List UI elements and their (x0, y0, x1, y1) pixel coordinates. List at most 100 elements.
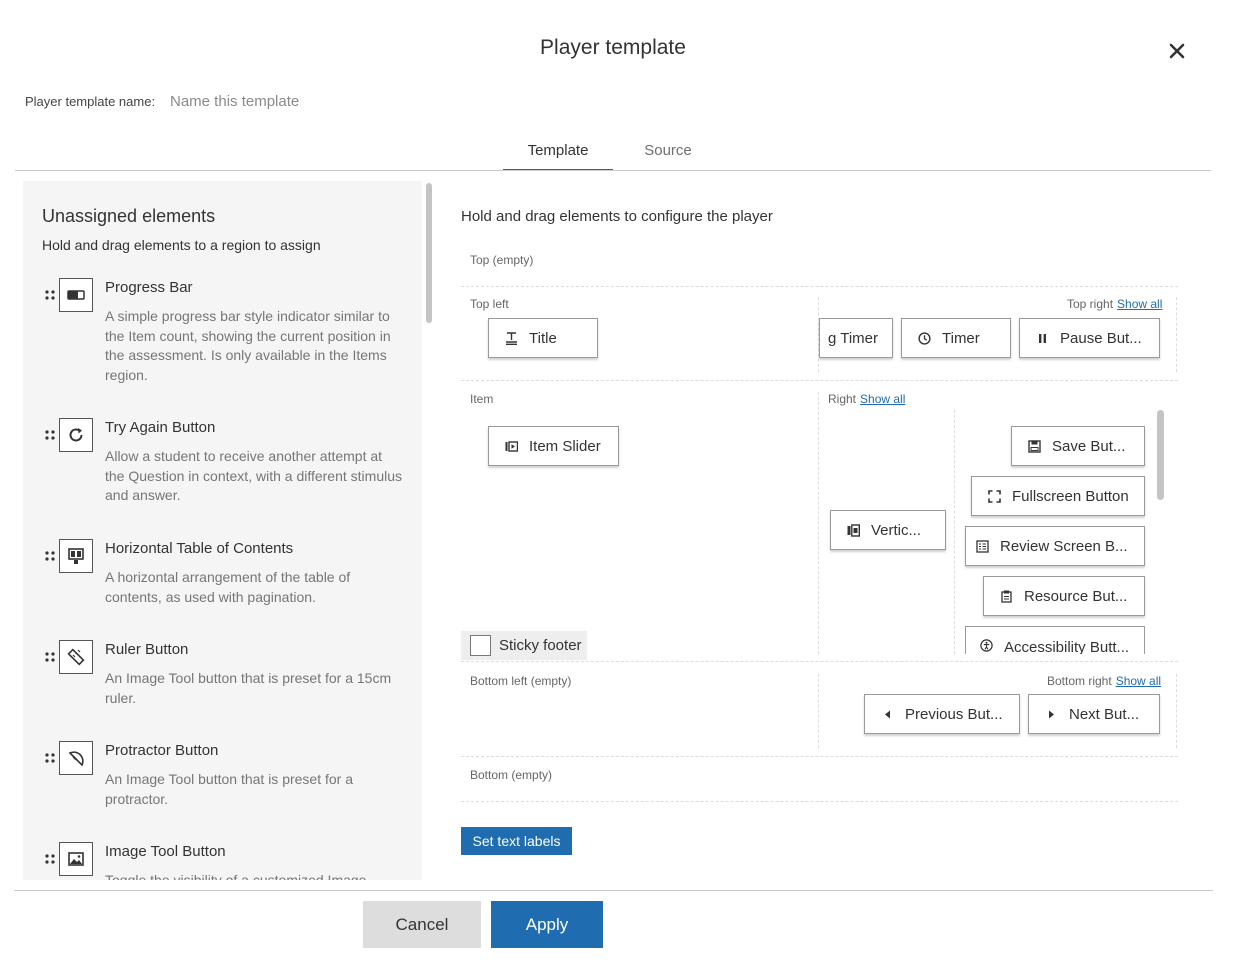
unassigned-item-name: Image Tool Button (105, 843, 226, 860)
drag-handle-icon[interactable] (45, 551, 55, 561)
drag-handle-icon[interactable] (45, 854, 55, 864)
region-top-label: Top (empty) (470, 253, 534, 267)
element-label: Vertic... (871, 521, 922, 539)
region-right-label-wrap: Right Show all (828, 392, 905, 406)
drag-handle-icon[interactable] (45, 430, 55, 440)
refresh-icon (59, 418, 93, 452)
pause-icon (1039, 333, 1046, 343)
review-screen-icon (976, 539, 989, 553)
item-slider-icon (505, 440, 518, 452)
unassigned-subtitle: Hold and drag elements to a region to as… (42, 237, 321, 253)
drag-handle-icon[interactable] (45, 753, 55, 763)
element-label: g Timer (828, 329, 879, 347)
element-label: Previous But... (905, 705, 1003, 723)
region-divider (461, 801, 1178, 802)
right-show-all-link[interactable]: Show all (860, 392, 905, 406)
caret-left-icon (885, 710, 890, 718)
region-top-left-label: Top left (470, 297, 509, 311)
unassigned-title: Unassigned elements (42, 206, 216, 226)
template-name-input[interactable] (162, 86, 562, 116)
template-name-label: Player template name: (25, 94, 156, 109)
top-right-show-all-link[interactable]: Show all (1117, 297, 1162, 311)
element-save-button[interactable]: Save But... (1011, 426, 1145, 466)
region-divider (818, 392, 819, 654)
unassigned-item-name: Try Again Button (105, 419, 216, 436)
vertical-toc-icon (847, 523, 860, 537)
sticky-footer-checkbox[interactable] (470, 635, 491, 656)
tab-source[interactable]: Source (623, 135, 713, 171)
title-icon (506, 331, 517, 345)
sticky-footer-label: Sticky footer (499, 637, 582, 654)
bottom-right-show-all-link[interactable]: Show all (1116, 674, 1161, 688)
region-bottom-right-name: Bottom right (1047, 674, 1112, 688)
region-right-name: Right (828, 392, 857, 406)
caret-right-icon (1049, 710, 1054, 718)
drag-handle-icon[interactable] (45, 652, 55, 662)
table-of-contents-icon (59, 539, 93, 573)
apply-button[interactable]: Apply (491, 901, 603, 948)
unassigned-item-description: Toggle the visibility of a customized Im… (105, 872, 367, 880)
region-top-right-name: Top right (1067, 297, 1114, 311)
region-item-label: Item (470, 392, 494, 406)
drag-handle-icon[interactable] (45, 290, 55, 300)
element-timer[interactable]: Timer (901, 318, 1011, 358)
element-label: Accessibility Butt... (1004, 639, 1130, 654)
element-label: Next But... (1069, 705, 1140, 723)
resource-icon (1001, 590, 1012, 603)
close-icon[interactable] (1164, 38, 1190, 64)
element-item-slider[interactable]: Item Slider (488, 426, 619, 466)
element-pause-button[interactable]: Pause But... (1019, 318, 1160, 358)
region-divider (461, 286, 1178, 287)
region-divider (461, 756, 1178, 757)
element-review-screen-button[interactable]: Review Screen B... (965, 526, 1145, 566)
element-label: Timer (942, 329, 980, 347)
unassigned-elements-panel: Unassigned elements Hold and drag elemen… (23, 181, 422, 880)
unassigned-item-name: Progress Bar (105, 279, 193, 296)
dialog-title: Player template (540, 36, 686, 59)
progress-bar-icon (59, 278, 93, 312)
element-label: Fullscreen Button (1012, 487, 1129, 505)
right-region-scrollbar[interactable] (1156, 410, 1164, 650)
unassigned-item-description: Allow a student to receive another attem… (105, 448, 403, 503)
element-previous-button[interactable]: Previous But... (864, 694, 1020, 734)
tab-template[interactable]: Template (503, 135, 613, 171)
region-divider (1176, 297, 1177, 372)
configure-hint: Hold and drag elements to configure the … (461, 208, 773, 225)
region-bottom-right-label-wrap: Bottom right Show all (1047, 674, 1161, 688)
left-panel-scrollbar[interactable] (424, 181, 434, 880)
image-icon (59, 842, 93, 876)
element-timer-partial[interactable]: g Timer (819, 318, 893, 358)
element-vertical-toc[interactable]: Vertic... (830, 510, 946, 550)
region-divider (954, 410, 955, 654)
element-accessibility-button[interactable]: Accessibility Butt... (965, 626, 1145, 654)
region-divider (461, 661, 1178, 662)
element-title[interactable]: Title (488, 318, 598, 358)
unassigned-item-name: Ruler Button (105, 641, 189, 658)
ruler-icon (59, 640, 93, 674)
region-bottom-left-label: Bottom left (empty) (470, 674, 572, 688)
element-next-button[interactable]: Next But... (1028, 694, 1160, 734)
set-text-labels-button[interactable]: Set text labels (461, 827, 572, 855)
element-label: Review Screen B... (1000, 537, 1128, 555)
unassigned-item-description: An Image Tool button that is preset for … (105, 771, 354, 807)
unassigned-item-name: Horizontal Table of Contents (105, 540, 294, 557)
element-fullscreen-button[interactable]: Fullscreen Button (971, 476, 1145, 516)
element-label: Pause But... (1060, 329, 1142, 347)
cancel-button[interactable]: Cancel (363, 901, 481, 948)
clock-icon (918, 331, 931, 345)
unassigned-item-description: A horizontal arrangement of the table of… (105, 569, 351, 605)
element-label: Save But... (1052, 437, 1126, 455)
tabs-divider (15, 170, 1211, 171)
region-bottom-label: Bottom (empty) (470, 768, 553, 782)
region-divider (461, 380, 1178, 381)
region-top-right-label: Top right Show all (1067, 297, 1162, 311)
sticky-footer-toggle[interactable]: Sticky footer (461, 631, 587, 660)
footer-divider (14, 890, 1213, 891)
element-label: Item Slider (529, 437, 601, 455)
save-icon (1028, 439, 1041, 453)
unassigned-item-description: An Image Tool button that is preset for … (105, 670, 392, 706)
fullscreen-icon (988, 489, 1001, 503)
unassigned-item-description: A simple progress bar style indicator si… (105, 308, 391, 383)
element-label: Resource But... (1024, 587, 1128, 605)
element-resource-button[interactable]: Resource But... (983, 576, 1145, 616)
